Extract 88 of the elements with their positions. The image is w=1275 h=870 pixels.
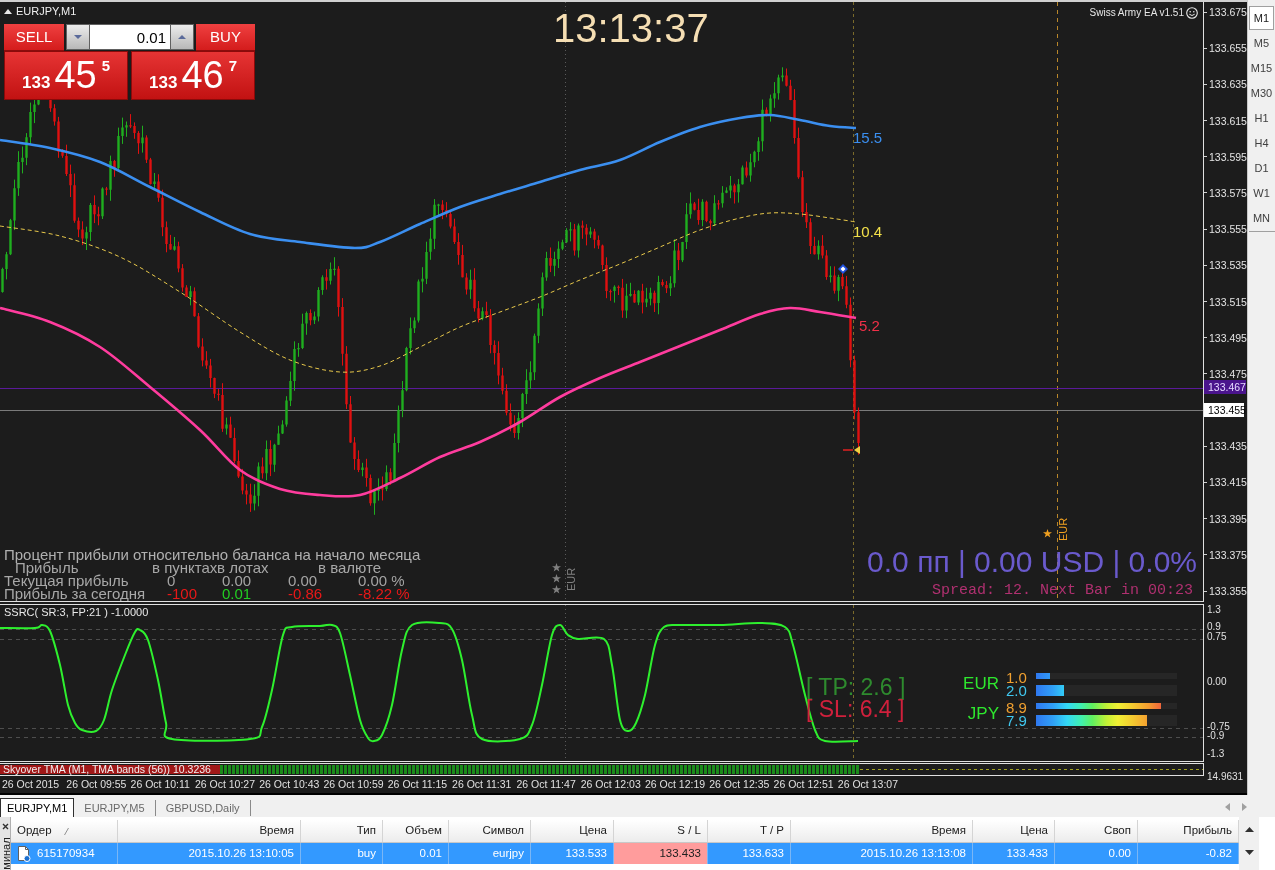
timeframe-button[interactable]: MN	[1249, 206, 1274, 230]
time-tick-label: 26 Oct 12:03	[579, 777, 642, 792]
price-tick-label: 133.395	[1209, 511, 1247, 526]
price-tick-label: 133.655	[1209, 41, 1247, 56]
time-tick-label: 26 Oct 10:27	[193, 777, 256, 792]
strength-value: 7.9	[1005, 714, 1028, 727]
price-tick-label: 133.675	[1209, 5, 1247, 19]
time-tick-label: 26 Oct 10:11	[129, 777, 191, 792]
timeframe-button[interactable]: H4	[1249, 131, 1274, 155]
price-tick-label: 133.555	[1209, 222, 1247, 237]
price-tick-label: 133.635	[1209, 77, 1247, 92]
timeframe-button[interactable]: M1	[1249, 6, 1274, 30]
price-tick-label: 133.515	[1209, 294, 1247, 309]
table-cell: 133.633	[708, 843, 791, 864]
axis-tick-label: 0.9	[1207, 621, 1221, 632]
axis-tick-label: -1.3	[1207, 748, 1225, 760]
currency-label: EUR	[962, 674, 1000, 694]
time-tick-label: 26 Oct 10:43	[258, 777, 321, 792]
timeframe-button[interactable]: H1	[1249, 106, 1274, 130]
column-header[interactable]: Цена	[531, 820, 614, 842]
column-header[interactable]: Своп	[1055, 820, 1138, 842]
chart-tab[interactable]: EURJPY,M5	[74, 800, 156, 816]
table-cell: 0.01	[383, 843, 449, 864]
axis-tick-label: 1.3	[1207, 604, 1221, 616]
scroll-down-icon[interactable]	[1244, 850, 1254, 855]
timeframe-button[interactable]: M5	[1249, 31, 1274, 55]
table-cell: buy	[301, 843, 383, 864]
column-header[interactable]: Время	[791, 820, 973, 842]
column-header[interactable]: Время	[118, 820, 301, 842]
timeframe-button[interactable]: W1	[1249, 181, 1274, 205]
table-cell: 2015.10.26 13:10:05	[118, 843, 301, 864]
indicator-label: Skyover TMA (M1, TMA bands (56)) 10.3236	[3, 764, 211, 775]
sort-icon	[63, 827, 69, 835]
column-header[interactable]: Тип	[301, 820, 383, 842]
order-number: 615170934	[37, 845, 95, 861]
scrollbar[interactable]	[1239, 817, 1259, 870]
time-tick-label: 26 Oct 12:35	[708, 777, 771, 792]
price-tick-label: 133.375	[1209, 547, 1247, 562]
order-row[interactable]: 615170934 2015.10.26 13:10:05 buy 0.01 eurjpy 133.533 133.433 133.633 2015.10.26 13:13:08 133.433 0.00 -0.82	[11, 843, 1239, 864]
document-icon	[17, 845, 31, 862]
chart-tab[interactable]: GBPUSD,Daily	[155, 800, 251, 816]
table-cell: 2015.10.26 13:13:08	[791, 843, 973, 864]
price-tick-label: 133.355	[1209, 584, 1247, 598]
axis-tick-label: 14.9631	[1207, 771, 1244, 782]
close-icon[interactable]	[2, 823, 9, 830]
scroll-up-icon[interactable]	[1244, 827, 1254, 832]
price-tick-label: 133.615	[1209, 113, 1247, 128]
axis-tick-label: 0.75	[1207, 631, 1227, 643]
axis-tick-label: -0.75	[1207, 721, 1230, 732]
column-header[interactable]: S / L	[614, 820, 708, 842]
currency-label: JPY	[966, 704, 1000, 724]
table-cell: 0.00	[1055, 843, 1138, 864]
axis-tick-label: -0.9	[1207, 730, 1225, 742]
price-tick-label: 133.475	[1209, 366, 1247, 381]
timeframe-button[interactable]: M15	[1249, 56, 1274, 80]
time-tick-label: 26 Oct 13:07	[836, 777, 899, 792]
time-tick-label: 26 Oct 2015	[1, 777, 61, 792]
price-tick-label: 133.435	[1209, 439, 1247, 454]
time-tick-label: 26 Oct 09:55	[65, 777, 128, 792]
time-tick-label: 26 Oct 12:51	[772, 777, 835, 792]
indicator-label: SSRC( SR:3, FP:21 ) -1.0000	[4, 606, 149, 619]
table-cell: eurjpy	[449, 843, 531, 864]
price-tick-label: 133.575	[1209, 185, 1247, 200]
column-header[interactable]: Объем	[383, 820, 449, 842]
time-tick-label: 26 Oct 11:47	[515, 777, 577, 792]
table-cell: 133.433	[614, 843, 708, 864]
strength-value: 2.0	[1005, 684, 1028, 697]
strength-value: 8.9	[1005, 701, 1028, 714]
table-cell: 133.433	[973, 843, 1055, 864]
timeframe-button[interactable]: M30	[1249, 81, 1274, 105]
column-header[interactable]: Символ	[449, 820, 531, 842]
time-tick-label: 26 Oct 11:15	[386, 777, 449, 792]
time-tick-label: 26 Oct 11:31	[451, 777, 513, 792]
panel-title: минал	[0, 837, 12, 870]
price-tick-label: 133.495	[1209, 330, 1247, 345]
column-header[interactable]: Ордер	[11, 820, 118, 842]
time-tick-label: 26 Oct 10:59	[322, 777, 385, 792]
price-tick-label: 133.415	[1209, 475, 1247, 490]
price-tick-label: 133.595	[1209, 149, 1247, 164]
column-header[interactable]: Цена	[973, 820, 1055, 842]
column-header[interactable]: T / P	[708, 820, 791, 842]
ask-price-label: 133.467	[1204, 380, 1246, 394]
axis-tick-label: 0.00	[1207, 676, 1227, 688]
price-tick-label: 133.535	[1209, 258, 1247, 273]
time-tick-label: 26 Oct 12:19	[643, 777, 707, 792]
strength-value: 1.0	[1005, 671, 1028, 684]
timeframe-button[interactable]: D1	[1249, 156, 1274, 180]
chart-tab[interactable]: EURJPY,M1	[0, 798, 75, 817]
